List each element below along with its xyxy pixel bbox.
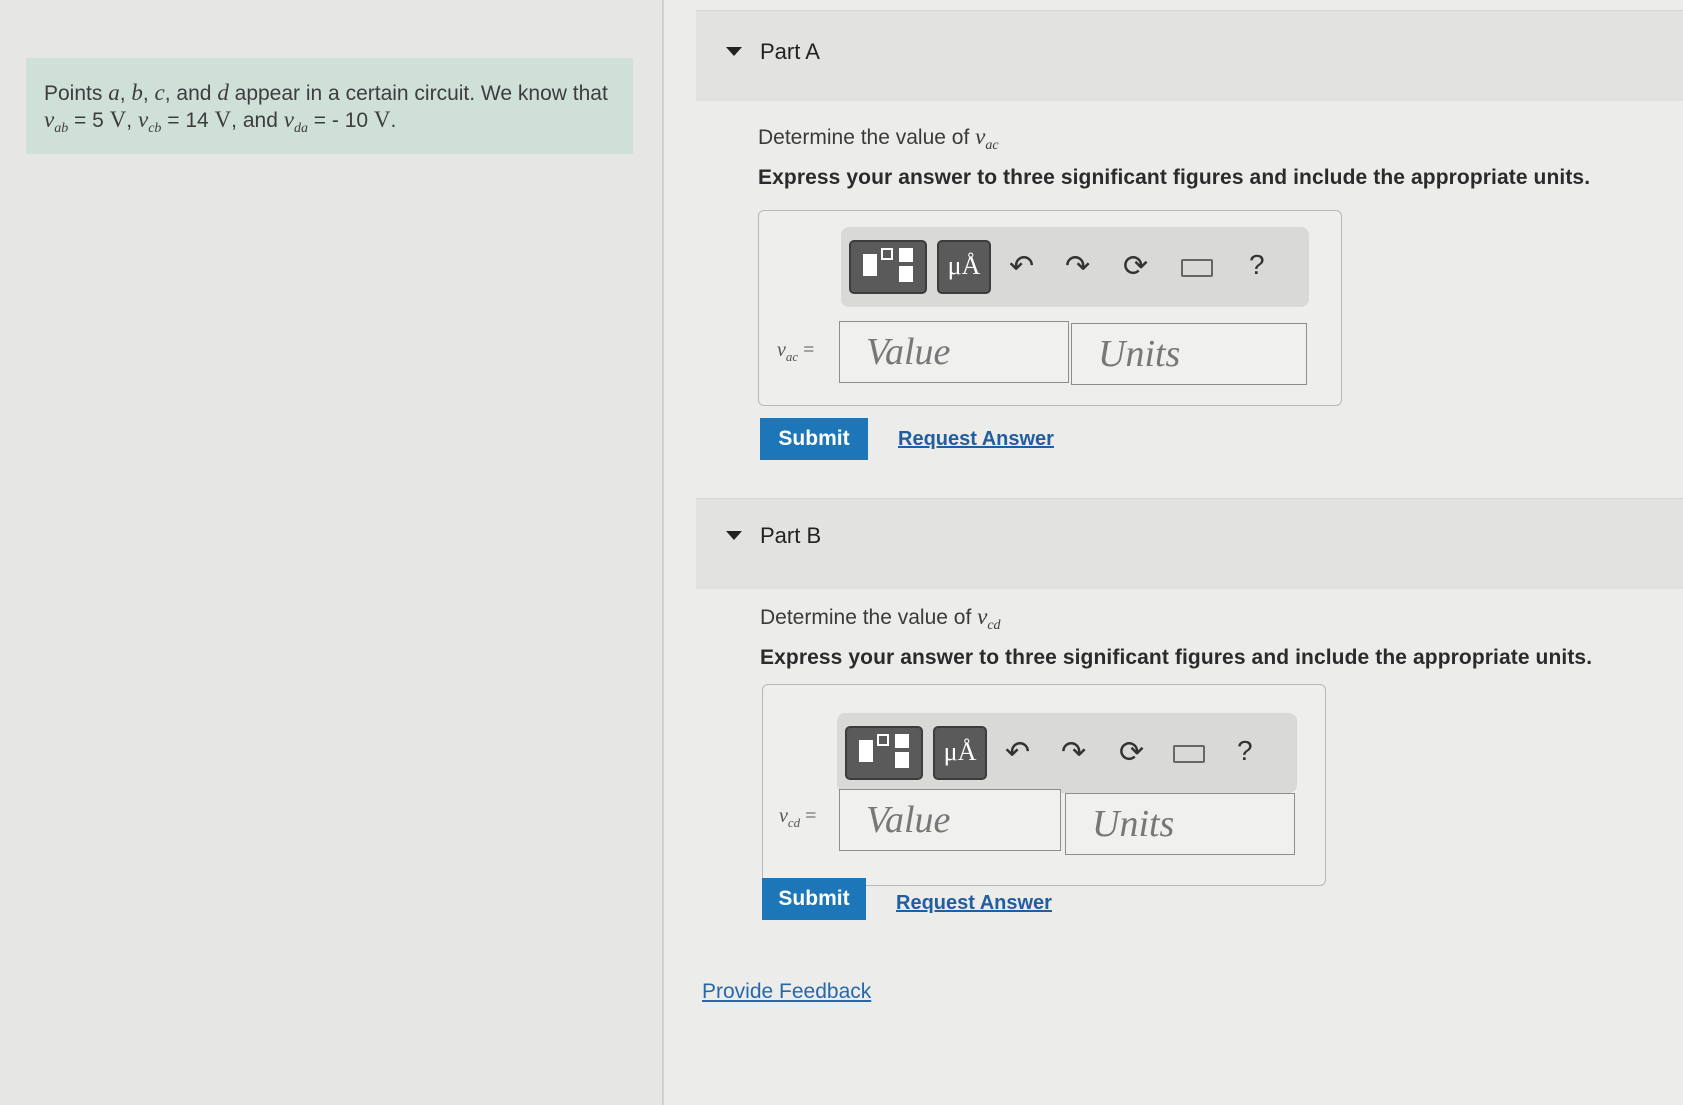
units-button[interactable]: μÅ (933, 726, 987, 780)
voltage-subscript: cb (148, 121, 162, 137)
part-b-instructions: Express your answer to three significant… (760, 646, 1593, 669)
undo-icon[interactable]: ↶ (1009, 249, 1034, 284)
part-b-answer-box: μÅ ↶ ↷ ⟳ ? vcd = Value Units (762, 684, 1326, 886)
collapse-caret-icon[interactable] (726, 47, 742, 56)
unit-volt: V (109, 107, 127, 132)
math-toolbar: μÅ ↶ ↷ ⟳ ? (837, 713, 1297, 793)
value-input[interactable]: Value (839, 789, 1061, 851)
request-answer-link[interactable]: Request Answer (898, 428, 1054, 451)
answer-label: vac = (777, 339, 814, 365)
template-icon-box (881, 248, 893, 260)
submit-button[interactable]: Submit (760, 418, 868, 460)
question-variable-subscript: ac (985, 138, 999, 154)
reset-icon[interactable]: ⟳ (1119, 735, 1144, 770)
question-variable-subscript: cd (987, 618, 1001, 634)
help-icon[interactable]: ? (1249, 249, 1265, 281)
templates-button[interactable] (845, 726, 923, 780)
problem-text: , and (164, 82, 218, 105)
problem-statement: Points a, b, c, and d appear in a certai… (26, 58, 633, 154)
part-a-title: Part A (760, 39, 820, 64)
unit-volt: V (373, 107, 391, 132)
voltage-subscript: da (293, 121, 308, 137)
math-toolbar: μÅ ↶ ↷ ⟳ ? (841, 227, 1309, 307)
problem-text: Points (44, 82, 109, 105)
problem-line-1: Points a, b, c, and d appear in a certai… (44, 80, 615, 107)
voltage-value: = 5 (68, 109, 110, 132)
part-a-question: Determine the value of vac (758, 124, 999, 154)
point-b: b (131, 80, 143, 105)
voltage-symbol: v (44, 107, 55, 132)
request-answer-link[interactable]: Request Answer (896, 892, 1052, 915)
undo-icon[interactable]: ↶ (1005, 735, 1030, 770)
problem-line-2: vab = 5 V, vcb = 14 V, and vda = - 10 V. (44, 107, 615, 142)
value-input[interactable]: Value (839, 321, 1069, 383)
keyboard-icon[interactable] (1173, 745, 1205, 763)
collapse-caret-icon[interactable] (726, 531, 742, 540)
part-a-instructions: Express your answer to three significant… (758, 166, 1591, 189)
part-b-question: Determine the value of vcd (760, 604, 1001, 634)
question-variable: v (975, 124, 986, 149)
template-icon-bottom (895, 752, 909, 768)
voltage-symbol: v (137, 107, 149, 132)
problem-text: , (126, 109, 138, 132)
problem-text: , and (231, 109, 284, 132)
answer-equals: = (798, 339, 815, 361)
question-text: Determine the value of (760, 606, 978, 629)
answer-label: vcd = (779, 805, 816, 831)
template-icon-bottom (899, 266, 913, 282)
template-icon (859, 740, 873, 762)
template-icon-top (895, 734, 909, 748)
voltage-value: = - 10 (307, 109, 374, 132)
problem-text: appear in a certain circuit. We know tha… (228, 82, 608, 105)
answer-var-subscript: cd (787, 815, 801, 830)
template-icon-box (877, 734, 889, 746)
part-a-answer-box: μÅ ↶ ↷ ⟳ ? vac = Value Units (758, 210, 1342, 406)
voltage-subscript: ab (54, 121, 69, 137)
submit-button[interactable]: Submit (762, 878, 866, 920)
part-b-header[interactable]: Part B (696, 498, 1683, 589)
problem-text: . (390, 109, 397, 132)
point-a: a (108, 80, 120, 105)
reset-icon[interactable]: ⟳ (1123, 249, 1148, 284)
provide-feedback-link[interactable]: Provide Feedback (702, 980, 871, 1004)
problem-pane: Points a, b, c, and d appear in a certai… (0, 0, 664, 1105)
part-a-header[interactable]: Part A (696, 10, 1683, 101)
units-input[interactable]: Units (1065, 793, 1295, 855)
answer-var: v (779, 805, 788, 827)
answer-var-subscript: ac (785, 349, 799, 364)
redo-icon[interactable]: ↷ (1065, 249, 1090, 284)
part-b-title: Part B (760, 523, 822, 548)
template-icon (863, 254, 877, 276)
problem-text: , (119, 82, 132, 105)
keyboard-icon[interactable] (1181, 259, 1213, 277)
problem-text: , (142, 82, 155, 105)
templates-button[interactable] (849, 240, 927, 294)
voltage-value: = 14 (161, 109, 215, 132)
redo-icon[interactable]: ↷ (1061, 735, 1086, 770)
units-button[interactable]: μÅ (937, 240, 991, 294)
answer-equals: = (800, 805, 817, 827)
template-icon-top (899, 248, 913, 262)
answer-var: v (777, 339, 786, 361)
help-icon[interactable]: ? (1237, 735, 1253, 767)
unit-volt: V (214, 107, 232, 132)
question-variable: v (977, 604, 988, 629)
point-c: c (154, 80, 165, 105)
question-text: Determine the value of (758, 126, 976, 149)
units-input[interactable]: Units (1071, 323, 1307, 385)
point-d: d (217, 80, 229, 105)
voltage-symbol: v (283, 107, 294, 132)
